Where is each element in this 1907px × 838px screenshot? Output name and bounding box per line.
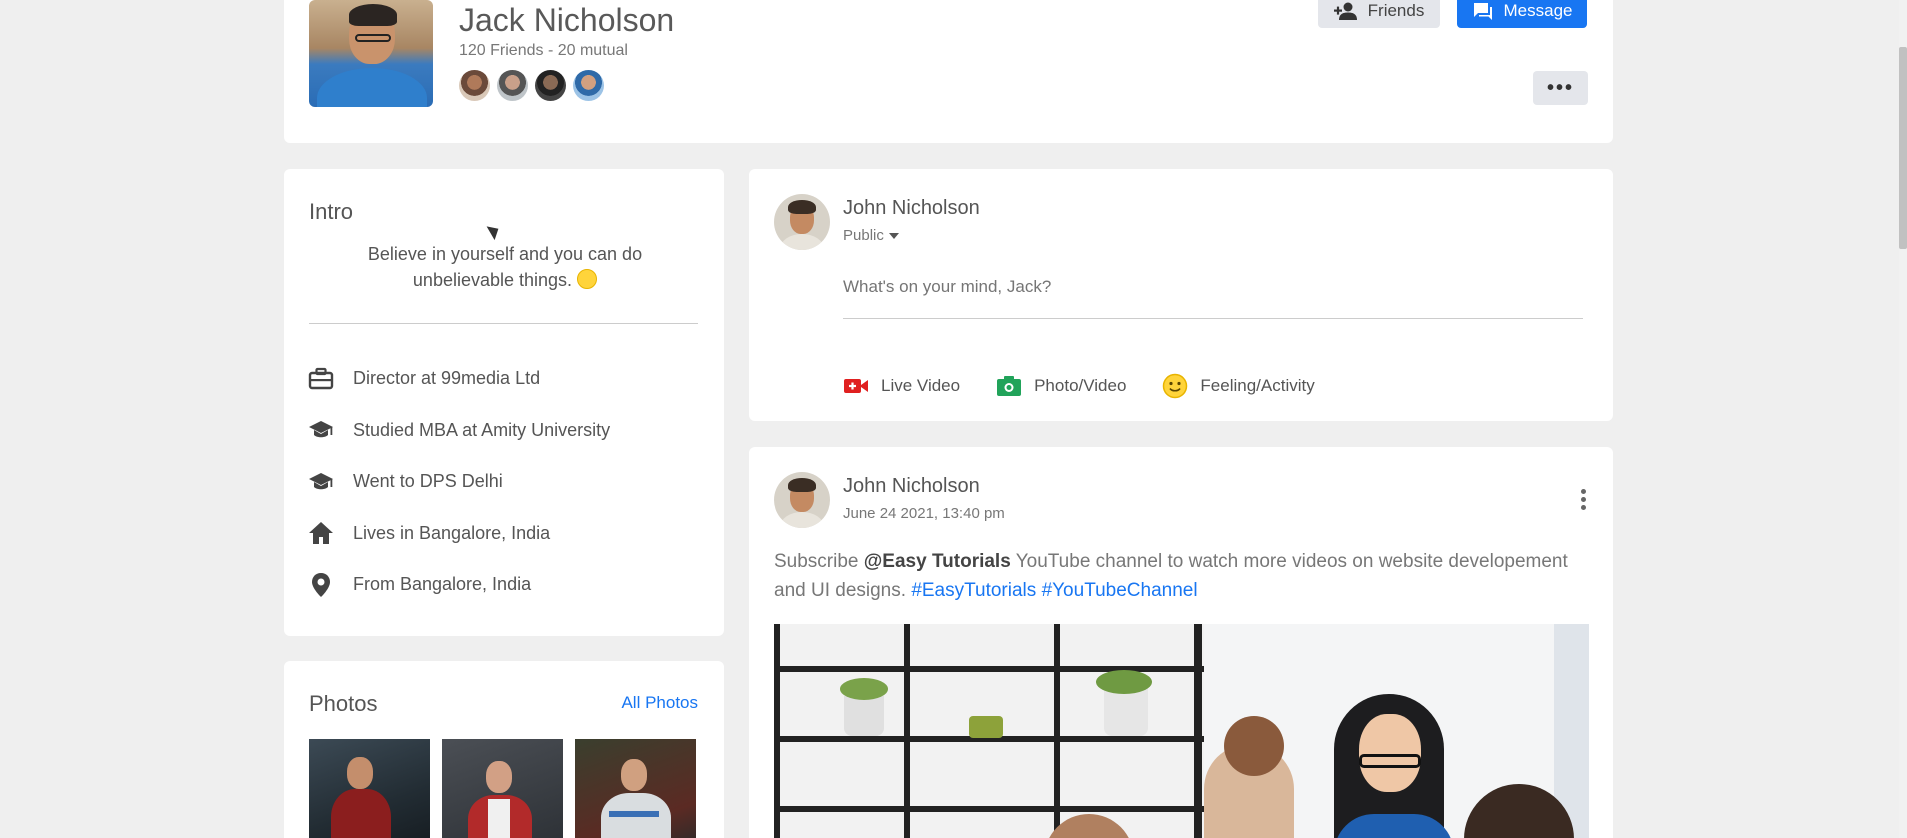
photo-thumbnail[interactable] <box>309 739 430 838</box>
feeling-activity-label: Feeling/Activity <box>1200 376 1315 395</box>
friends-count[interactable]: 120 Friends - 20 mutual <box>459 42 628 60</box>
photos-card: Photos All Photos <box>284 661 724 838</box>
post-card: John Nicholson June 24 2021, 13:40 pm Su… <box>749 447 1613 838</box>
graduation-cap-icon <box>309 472 333 489</box>
privacy-selector[interactable]: Public <box>843 227 899 244</box>
post-timestamp[interactable]: June 24 2021, 13:40 pm <box>843 505 1005 522</box>
mutual-friends-avatars <box>459 70 604 101</box>
live-video-icon <box>844 379 868 393</box>
intro-item-label: Went to DPS Delhi <box>353 471 503 492</box>
intro-item-work: Director at 99media Ltd <box>308 353 610 405</box>
bio-text: Believe in yourself and you can do unbel… <box>324 241 686 293</box>
intro-title: Intro <box>309 199 354 224</box>
briefcase-icon <box>308 367 334 389</box>
post-menu-icon[interactable] <box>1579 489 1587 510</box>
mention-link[interactable]: @Easy Tutorials <box>864 551 1011 572</box>
hashtag-link[interactable]: #EasyTutorials <box>911 580 1036 601</box>
photo-thumbnail[interactable] <box>575 739 696 838</box>
more-options-button[interactable]: ••• <box>1533 71 1588 105</box>
profile-header-card: Jack Nicholson 120 Friends - 20 mutual F… <box>284 0 1613 143</box>
divider <box>309 323 698 324</box>
avatar[interactable] <box>774 194 830 250</box>
photo-grid <box>309 739 696 838</box>
home-icon <box>309 522 333 545</box>
message-button-label: Message <box>1503 1 1573 20</box>
add-friend-icon <box>1333 2 1357 20</box>
profile-name: Jack Nicholson <box>459 2 675 38</box>
message-icon <box>1473 3 1492 20</box>
intro-card: Intro Believe in yourself and you can do… <box>284 169 724 636</box>
smiley-emoji-icon <box>577 269 598 289</box>
profile-photo[interactable] <box>309 0 433 107</box>
photos-title: Photos <box>309 691 378 716</box>
create-post-card: John Nicholson Public Live Video Photo/V… <box>749 169 1613 421</box>
scrollbar-thumb[interactable] <box>1899 47 1907 249</box>
live-video-button[interactable]: Live Video <box>843 373 960 399</box>
camera-icon <box>997 376 1022 396</box>
intro-item-education: Studied MBA at Amity University <box>308 405 610 457</box>
photo-video-label: Photo/Video <box>1034 376 1127 395</box>
privacy-label: Public <box>843 227 884 244</box>
intro-item-school: Went to DPS Delhi <box>308 456 610 508</box>
intro-details-list: Director at 99media Ltd Studied MBA at A… <box>308 353 610 611</box>
composer-author-name[interactable]: John Nicholson <box>843 197 980 220</box>
caret-down-icon <box>888 232 899 239</box>
bio-text-content: Believe in yourself and you can do unbel… <box>367 244 643 290</box>
post-author-name[interactable]: John Nicholson <box>843 475 980 498</box>
photo-video-button[interactable]: Photo/Video <box>996 373 1126 399</box>
post-text-input[interactable] <box>843 275 1583 319</box>
friend-avatar[interactable] <box>459 70 490 101</box>
intro-item-label: Studied MBA at Amity University <box>353 419 611 440</box>
location-pin-icon <box>312 572 330 597</box>
friend-avatar[interactable] <box>573 70 604 101</box>
smiley-icon <box>1163 373 1188 399</box>
post-text: Subscribe @Easy Tutorials YouTube channe… <box>774 551 1568 601</box>
graduation-cap-icon <box>309 421 333 438</box>
photo-thumbnail[interactable] <box>442 739 563 838</box>
composer-actions: Live Video Photo/Video Feeling/Activity <box>843 373 1315 399</box>
hashtag-link[interactable]: #YouTubeChannel <box>1042 580 1198 601</box>
friends-button[interactable]: Friends <box>1318 0 1440 28</box>
feeling-activity-button[interactable]: Feeling/Activity <box>1162 373 1315 399</box>
avatar[interactable] <box>774 472 830 528</box>
intro-item-label: From Bangalore, India <box>353 574 532 595</box>
friend-avatar[interactable] <box>497 70 528 101</box>
all-photos-link[interactable]: All Photos <box>621 693 698 713</box>
post-image[interactable] <box>774 624 1589 838</box>
intro-item-lives: Lives in Bangalore, India <box>308 508 610 560</box>
message-button[interactable]: Message <box>1457 0 1587 28</box>
intro-item-from: From Bangalore, India <box>308 559 610 611</box>
friend-avatar[interactable] <box>535 70 566 101</box>
live-video-label: Live Video <box>881 376 961 395</box>
friends-button-label: Friends <box>1367 1 1425 20</box>
intro-item-label: Lives in Bangalore, India <box>353 522 551 543</box>
intro-item-label: Director at 99media Ltd <box>353 368 541 389</box>
